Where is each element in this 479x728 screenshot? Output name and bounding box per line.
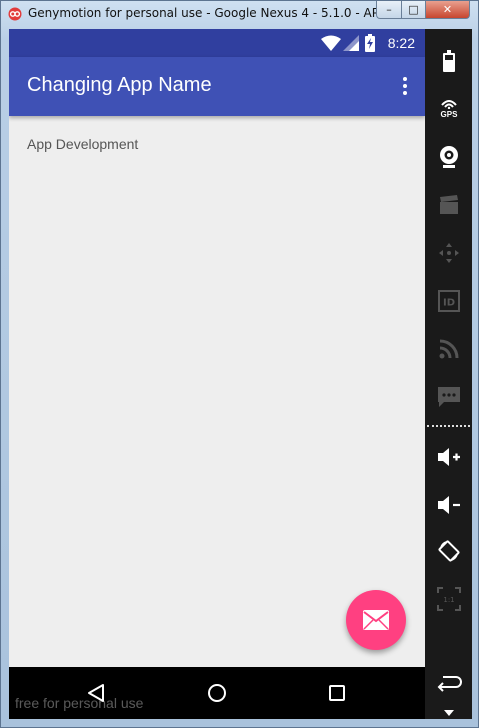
dpad-arrows-icon <box>439 243 459 263</box>
rotate-device-icon <box>438 540 460 562</box>
content-text: App Development <box>27 136 139 152</box>
gps-widget-button[interactable]: GPS <box>431 93 467 125</box>
volume-down-button[interactable] <box>431 489 467 521</box>
android-status-bar: 8:22 <box>9 29 425 57</box>
id-card-icon: ID <box>438 290 460 312</box>
clapperboard-icon <box>440 195 458 214</box>
chevron-down-icon <box>444 710 454 716</box>
screencast-widget-button[interactable] <box>431 189 467 221</box>
rss-network-icon <box>439 339 459 359</box>
return-arrow-icon <box>437 676 462 692</box>
scroll-down-button[interactable] <box>431 705 467 721</box>
genymotion-toolbar: GPS ID 1:1 <box>425 29 472 719</box>
window-titlebar[interactable]: Genymotion for personal use - Google Nex… <box>1 1 478 27</box>
svg-text:ID: ID <box>443 298 455 309</box>
svg-text:1:1: 1:1 <box>443 596 454 604</box>
window-title: Genymotion for personal use - Google Nex… <box>28 6 406 20</box>
volume-up-button[interactable] <box>431 441 467 473</box>
scale-1-1-icon: 1:1 <box>437 587 461 611</box>
close-button[interactable]: ✕ <box>425 1 470 19</box>
volume-up-icon <box>438 448 460 466</box>
genymotion-logo-icon <box>8 7 22 21</box>
battery-icon <box>443 50 455 72</box>
webcam-widget-button[interactable] <box>431 141 467 173</box>
battery-widget-button[interactable] <box>431 45 467 77</box>
device-id-widget-button[interactable]: ID <box>431 285 467 317</box>
gps-label: GPS <box>440 109 458 119</box>
recents-square-icon <box>329 685 345 701</box>
message-bubble-icon <box>438 387 460 407</box>
status-time: 8:22 <box>387 35 415 51</box>
android-screen: 8:22 Changing App Name App Development f… <box>9 29 425 719</box>
wifi-icon <box>321 35 341 51</box>
recents-button[interactable] <box>325 681 349 705</box>
gps-signal-icon <box>441 100 457 109</box>
back-nav-button[interactable] <box>431 667 467 699</box>
overflow-menu-icon[interactable] <box>397 73 413 99</box>
emulator-window: Genymotion for personal use - Google Nex… <box>0 0 479 728</box>
webcam-icon <box>440 146 458 168</box>
battery-charging-icon <box>365 34 375 52</box>
rotate-button[interactable] <box>431 535 467 567</box>
dpad-widget-button[interactable] <box>431 237 467 269</box>
email-fab-button[interactable] <box>346 590 406 650</box>
sms-widget-button[interactable] <box>431 381 467 413</box>
cell-signal-icon <box>343 35 359 51</box>
app-toolbar: Changing App Name <box>9 57 425 116</box>
personal-use-watermark: free for personal use <box>15 695 144 711</box>
network-widget-button[interactable] <box>431 333 467 365</box>
volume-down-icon <box>438 496 460 514</box>
home-circle-icon <box>208 684 226 702</box>
minimize-button[interactable]: – <box>376 1 402 19</box>
maximize-button[interactable]: □ <box>401 1 426 19</box>
page-title: Changing App Name <box>27 74 212 96</box>
home-button[interactable] <box>205 681 229 705</box>
toolbar-separator <box>427 425 470 427</box>
email-icon <box>363 610 389 630</box>
android-nav-bar <box>9 667 425 719</box>
pixel-perfect-button[interactable]: 1:1 <box>431 583 467 615</box>
